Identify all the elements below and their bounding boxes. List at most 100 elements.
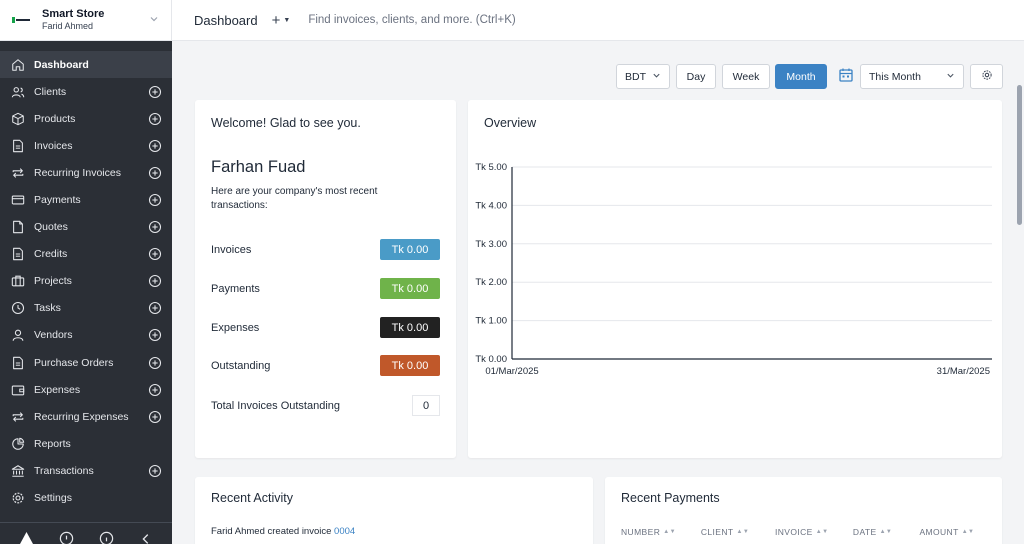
column-header-client[interactable]: CLIENT ▲▼	[701, 527, 775, 537]
sidebar-item-label: Clients	[34, 85, 67, 98]
sidebar-item-invoices[interactable]: Invoices	[0, 132, 172, 159]
sidebar-item-payments[interactable]: Payments	[0, 186, 172, 213]
y-tick-label: Tk 2.00	[475, 277, 507, 288]
add-quotes-plus-icon[interactable]	[148, 220, 162, 234]
summary-badge[interactable]: Tk 0.00	[380, 355, 440, 376]
sidebar-item-clients[interactable]: Clients	[0, 78, 172, 105]
plus-icon: +	[271, 11, 281, 29]
date-range-select[interactable]: This Month	[860, 64, 964, 89]
user-icon	[11, 328, 25, 342]
add-recurring-invoices-plus-icon[interactable]	[148, 166, 162, 180]
summary-label: Payments	[211, 282, 260, 295]
user-name: Farid Ahmed	[42, 21, 94, 31]
welcome-card: Welcome! Glad to see you. Farhan Fuad He…	[195, 100, 456, 458]
sidebar-item-label: Tasks	[34, 302, 61, 315]
quick-add-button[interactable]: + ▼	[272, 12, 291, 29]
pie-chart-icon	[11, 437, 25, 451]
file-text-icon	[11, 247, 25, 261]
sidebar-item-label: Purchase Orders	[34, 356, 114, 369]
sidebar-item-transactions[interactable]: Transactions	[0, 457, 172, 484]
summary-row-payments: Payments Tk 0.00	[211, 278, 440, 299]
users-icon	[11, 85, 25, 99]
sidebar-item-label: Expenses	[34, 383, 81, 396]
add-recurring-expenses-plus-icon[interactable]	[148, 410, 162, 424]
chevron-down-icon[interactable]	[149, 14, 159, 27]
sidebar-item-expenses[interactable]: Expenses	[0, 376, 172, 403]
summary-label: Total Invoices Outstanding	[211, 399, 341, 412]
sidebar-item-products[interactable]: Products	[0, 105, 172, 132]
warning-icon[interactable]	[18, 531, 34, 544]
add-vendors-plus-icon[interactable]	[148, 328, 162, 342]
sidebar-item-recurring-expenses[interactable]: Recurring Expenses	[0, 403, 172, 430]
sidebar-item-credits[interactable]: Credits	[0, 241, 172, 268]
recent-payments-title: Recent Payments	[621, 491, 720, 505]
y-tick-label: Tk 0.00	[475, 354, 507, 365]
week-button[interactable]: Week	[722, 64, 770, 89]
add-projects-plus-icon[interactable]	[148, 274, 162, 288]
sidebar-item-quotes[interactable]: Quotes	[0, 214, 172, 241]
total-outstanding-count: 0	[412, 395, 440, 416]
scrollbar-thumb[interactable]	[1017, 85, 1022, 225]
add-tasks-plus-icon[interactable]	[148, 301, 162, 315]
day-button[interactable]: Day	[676, 64, 716, 89]
file-text-icon	[11, 356, 25, 370]
y-tick-label: Tk 5.00	[475, 162, 507, 173]
search-input[interactable]	[308, 14, 709, 26]
summary-row-invoices: Invoices Tk 0.00	[211, 239, 440, 260]
sidebar-item-label: Settings	[34, 492, 72, 505]
sidebar-item-recurring-invoices[interactable]: Recurring Invoices	[0, 159, 172, 186]
company-switcher[interactable]: Smart Store Farid Ahmed	[0, 0, 172, 41]
home-icon	[11, 58, 25, 72]
dashboard-settings-button[interactable]	[970, 64, 1003, 89]
summary-badge[interactable]: Tk 0.00	[380, 317, 440, 338]
sidebar-item-settings[interactable]: Settings	[0, 485, 172, 512]
add-clients-plus-icon[interactable]	[148, 85, 162, 99]
add-payments-plus-icon[interactable]	[148, 193, 162, 207]
month-button[interactable]: Month	[775, 64, 827, 89]
sidebar-item-label: Dashboard	[34, 58, 89, 71]
sidebar-item-projects[interactable]: Projects	[0, 268, 172, 295]
bank-icon	[11, 464, 25, 478]
sort-icon: ▲▼	[879, 529, 893, 535]
summary-label: Invoices	[211, 243, 252, 256]
column-header-date[interactable]: DATE ▲▼	[853, 527, 920, 537]
calendar-icon[interactable]	[838, 67, 854, 83]
sort-icon: ▲▼	[815, 529, 829, 535]
column-header-number[interactable]: NUMBER ▲▼	[621, 527, 701, 537]
welcome-title: Welcome! Glad to see you.	[211, 116, 361, 130]
sidebar-item-reports[interactable]: Reports	[0, 430, 172, 457]
chevron-down-icon	[946, 71, 955, 82]
activity-entry-text: Farid Ahmed created invoice	[211, 526, 335, 537]
add-expenses-plus-icon[interactable]	[148, 383, 162, 397]
sidebar-item-label: Invoices	[34, 139, 73, 152]
add-credits-plus-icon[interactable]	[148, 247, 162, 261]
add-invoices-plus-icon[interactable]	[148, 139, 162, 153]
page-scrollbar[interactable]	[1015, 41, 1024, 544]
column-header-amount[interactable]: AMOUNT ▲▼	[919, 527, 986, 537]
add-products-plus-icon[interactable]	[148, 112, 162, 126]
sidebar-item-vendors[interactable]: Vendors	[0, 322, 172, 349]
column-header-invoice[interactable]: INVOICE ▲▼	[775, 527, 853, 537]
add-transactions-plus-icon[interactable]	[148, 464, 162, 478]
sort-icon: ▲▼	[736, 529, 750, 535]
invoice-link[interactable]: 0004	[334, 526, 355, 537]
currency-select[interactable]: BDT	[616, 64, 670, 89]
sidebar-item-purchase-orders[interactable]: Purchase Orders	[0, 349, 172, 376]
alert-circle-icon[interactable]	[58, 531, 74, 544]
collapse-sidebar-icon[interactable]	[138, 531, 154, 544]
add-purchase-orders-plus-icon[interactable]	[148, 356, 162, 370]
sidebar-nav: Dashboard Clients Products Invoices Recurrin…	[0, 41, 172, 512]
sidebar-item-label: Credits	[34, 248, 68, 261]
sidebar-item-label: Products	[34, 112, 76, 125]
credit-card-icon	[11, 193, 25, 207]
company-logo	[12, 15, 34, 25]
sidebar-item-tasks[interactable]: Tasks	[0, 295, 172, 322]
info-icon[interactable]	[98, 531, 114, 544]
y-tick-label: Tk 3.00	[475, 239, 507, 250]
summary-badge[interactable]: Tk 0.00	[380, 239, 440, 260]
top-bar: Dashboard + ▼	[172, 0, 1024, 41]
payments-table-header: NUMBER ▲▼ CLIENT ▲▼ INVOICE ▲▼ DATE ▲▼ AMOUN…	[621, 527, 986, 537]
summary-badge[interactable]: Tk 0.00	[380, 278, 440, 299]
sidebar-item-dashboard[interactable]: Dashboard	[0, 51, 172, 79]
overview-card: Overview Tk 0.00 Tk 1.00 Tk 2.00 Tk 3.00 Tk …	[468, 100, 1002, 458]
